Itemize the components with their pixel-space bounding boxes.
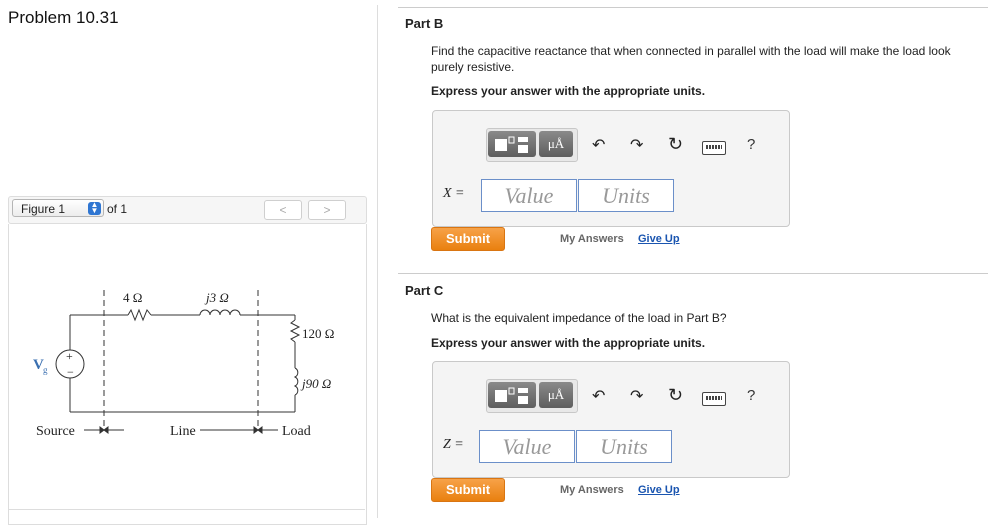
- part-c-give-up-link[interactable]: Give Up: [638, 484, 680, 496]
- part-b-give-up-link[interactable]: Give Up: [638, 233, 680, 245]
- line-label: Line: [170, 424, 196, 439]
- part-b-submit-button[interactable]: Submit: [431, 227, 505, 251]
- part-c-variable-label: Z =: [443, 437, 464, 452]
- part-b-reset-icon[interactable]: ↻: [668, 134, 683, 154]
- part-b-value-input[interactable]: Value: [481, 179, 577, 212]
- panel-separator: [377, 5, 378, 518]
- select-arrows-icon: ▲ ▼: [88, 201, 101, 215]
- part-b-title: Part B: [405, 16, 444, 31]
- part-b-keyboard-icon[interactable]: [702, 141, 726, 155]
- part-c-my-answers-link[interactable]: My Answers: [560, 484, 624, 496]
- part-b-help-button[interactable]: ?: [747, 136, 755, 153]
- part-c-title: Part C: [405, 283, 444, 298]
- part-c-question: What is the equivalent impedance of the …: [431, 311, 727, 325]
- figure-divider: [8, 509, 365, 510]
- source-voltage-subscript: g: [43, 365, 48, 375]
- line-resistance-label: 4 Ω: [123, 290, 142, 305]
- part-b-units-button[interactable]: μÅ: [539, 131, 573, 157]
- circuit-diagram: 4 Ω j3 Ω 120 Ω j90 Ω + − Source Line Loa…: [33, 290, 334, 439]
- figure-select-value: Figure 1: [21, 202, 66, 216]
- part-b-my-answers-link[interactable]: My Answers: [560, 233, 624, 245]
- load-resistance-label: 120 Ω: [302, 326, 334, 341]
- load-reactance-label: j90 Ω: [300, 376, 331, 391]
- part-c-submit-button[interactable]: Submit: [431, 478, 505, 502]
- part-b-undo-icon[interactable]: ↶: [592, 136, 605, 156]
- figure-select[interactable]: Figure 1 ▲ ▼: [12, 199, 104, 217]
- part-b-units-input[interactable]: Units: [578, 179, 674, 212]
- part-c-units-button[interactable]: μÅ: [539, 382, 573, 408]
- part-b-divider: [398, 7, 988, 8]
- prev-figure-button[interactable]: <: [264, 200, 302, 220]
- templates-icon: [495, 136, 528, 153]
- figure-count: of 1: [107, 202, 128, 216]
- part-c-undo-icon[interactable]: ↶: [592, 387, 605, 407]
- minus-sign: −: [67, 365, 74, 379]
- part-b-redo-icon[interactable]: ↷: [630, 136, 643, 156]
- line-reactance-label: j3 Ω: [204, 290, 229, 305]
- part-c-help-button[interactable]: ?: [747, 387, 755, 404]
- templates-icon: [495, 387, 528, 404]
- part-b-variable-label: X =: [443, 186, 465, 201]
- part-c-instruction: Express your answer with the appropriate…: [431, 336, 706, 350]
- part-c-divider: [398, 273, 988, 274]
- part-c-value-input[interactable]: Value: [479, 430, 575, 463]
- part-c-keyboard-icon[interactable]: [702, 392, 726, 406]
- problem-title: Problem 10.31: [8, 8, 119, 27]
- part-c-templates-button[interactable]: [488, 382, 536, 408]
- next-figure-button[interactable]: >: [308, 200, 346, 220]
- part-c-reset-icon[interactable]: ↻: [668, 385, 683, 405]
- part-c-redo-icon[interactable]: ↷: [630, 387, 643, 407]
- part-b-templates-button[interactable]: [488, 131, 536, 157]
- plus-sign: +: [66, 349, 73, 363]
- part-c-units-input[interactable]: Units: [576, 430, 672, 463]
- part-b-instruction: Express your answer with the appropriate…: [431, 84, 706, 98]
- part-b-question: Find the capacitive reactance that when …: [431, 44, 951, 74]
- load-label: Load: [282, 424, 311, 439]
- source-label: Source: [36, 424, 75, 439]
